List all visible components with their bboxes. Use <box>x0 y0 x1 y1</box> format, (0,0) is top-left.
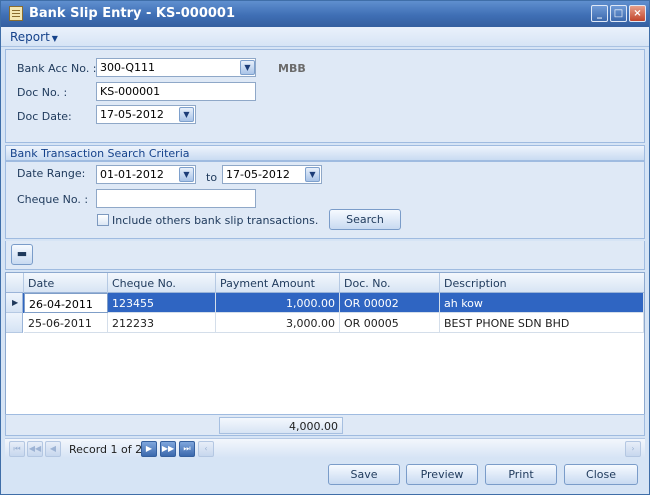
record-counter: Record 1 of 2 <box>69 443 143 456</box>
cell-cheque-no[interactable]: 212233 <box>108 313 216 333</box>
scroll-left-icon[interactable]: ‹ <box>198 441 214 457</box>
doc-date-label: Doc Date: <box>17 110 72 123</box>
search-section-title: Bank Transaction Search Criteria <box>5 145 645 161</box>
bank-slip-entry-window: Bank Slip Entry - KS-000001 _ □ × Report… <box>0 0 650 495</box>
row-indicator <box>6 313 23 333</box>
last-record-icon[interactable]: ⏭ <box>179 441 195 457</box>
maximize-button[interactable]: □ <box>610 5 627 22</box>
prev-record-icon[interactable]: ◀ <box>45 441 61 457</box>
cell-description[interactable]: ah kow <box>440 293 644 313</box>
bank-acc-select[interactable]: 300-Q111 <box>96 58 256 77</box>
doc-no-label: Doc No. : <box>17 86 68 99</box>
date-range-label: Date Range: <box>17 167 86 180</box>
grid-footer: 4,000.00 <box>5 414 645 436</box>
cell-date[interactable]: 25-06-2011 <box>24 313 108 333</box>
include-others-label: Include others bank slip transactions. <box>112 214 319 227</box>
table-row[interactable]: 25-06-2011 212233 3,000.00 OR 00005 BEST… <box>6 313 644 333</box>
window-title: Bank Slip Entry - KS-000001 <box>29 6 236 21</box>
grid-toolbar <box>5 241 645 270</box>
report-menu-label: Report <box>10 30 50 44</box>
transactions-grid: Date Cheque No. Payment Amount Doc. No. … <box>5 272 645 436</box>
doc-date-dropdown-icon[interactable]: ▼ <box>179 107 194 122</box>
column-payment-amount[interactable]: Payment Amount <box>216 273 340 293</box>
next-record-icon[interactable]: ▶ <box>141 441 157 457</box>
date-to-dropdown-icon[interactable]: ▼ <box>305 167 320 182</box>
column-cheque-no[interactable]: Cheque No. <box>108 273 216 293</box>
row-indicator: ▶ <box>6 293 23 313</box>
scroll-right-icon[interactable]: › <box>625 441 641 457</box>
indicator-column-header <box>6 273 24 293</box>
bank-code: MBB <box>278 62 306 75</box>
cell-description[interactable]: BEST PHONE SDN BHD <box>440 313 644 333</box>
grid-header: Date Cheque No. Payment Amount Doc. No. … <box>6 273 644 293</box>
close-button[interactable]: Close <box>564 464 638 485</box>
column-description[interactable]: Description <box>440 273 644 293</box>
search-button[interactable]: Search <box>329 209 401 230</box>
bank-acc-label: Bank Acc No. : <box>17 62 97 75</box>
prev-page-icon[interactable]: ◀◀ <box>27 441 43 457</box>
payment-total: 4,000.00 <box>219 417 343 434</box>
first-record-icon[interactable]: ⏮ <box>9 441 25 457</box>
doc-no-field[interactable]: KS-000001 <box>96 82 256 101</box>
minimize-button[interactable]: _ <box>591 5 608 22</box>
cheque-no-label: Cheque No. : <box>17 193 89 206</box>
cell-doc-no[interactable]: OR 00005 <box>340 313 440 333</box>
save-button[interactable]: Save <box>328 464 400 485</box>
cheque-no-field[interactable] <box>96 189 256 208</box>
cell-payment-amount[interactable]: 3,000.00 <box>216 313 340 333</box>
include-others-checkbox[interactable] <box>97 214 109 226</box>
record-navigator: ⏮ ◀◀ ◀ Record 1 of 2 ▶ ▶▶ ⏭ ‹ › <box>5 438 645 458</box>
bank-acc-dropdown-icon[interactable]: ▼ <box>240 60 255 75</box>
preview-button[interactable]: Preview <box>406 464 478 485</box>
caret-down-icon: ▼ <box>51 34 58 43</box>
cell-cheque-no[interactable]: 123455 <box>108 293 216 313</box>
title-bar[interactable]: Bank Slip Entry - KS-000001 _ □ × <box>1 1 649 27</box>
current-row-arrow-icon: ▶ <box>12 298 19 307</box>
cell-date[interactable]: 26-04-2011 <box>24 293 108 313</box>
report-menu[interactable]: Report ▼ <box>10 30 58 44</box>
column-date[interactable]: Date <box>24 273 108 293</box>
menu-bar: Report ▼ <box>1 27 649 47</box>
cell-doc-no[interactable]: OR 00002 <box>340 293 440 313</box>
next-page-icon[interactable]: ▶▶ <box>160 441 176 457</box>
remove-row-button[interactable]: ▬ <box>11 244 33 265</box>
cell-payment-amount[interactable]: 1,000.00 <box>216 293 340 313</box>
document-icon <box>9 6 23 21</box>
table-row[interactable]: ▶ 26-04-2011 123455 1,000.00 OR 00002 ah… <box>6 293 644 313</box>
column-doc-no[interactable]: Doc. No. <box>340 273 440 293</box>
print-button[interactable]: Print <box>485 464 557 485</box>
close-window-button[interactable]: × <box>629 5 646 22</box>
date-from-dropdown-icon[interactable]: ▼ <box>179 167 194 182</box>
to-label: to <box>206 171 218 184</box>
